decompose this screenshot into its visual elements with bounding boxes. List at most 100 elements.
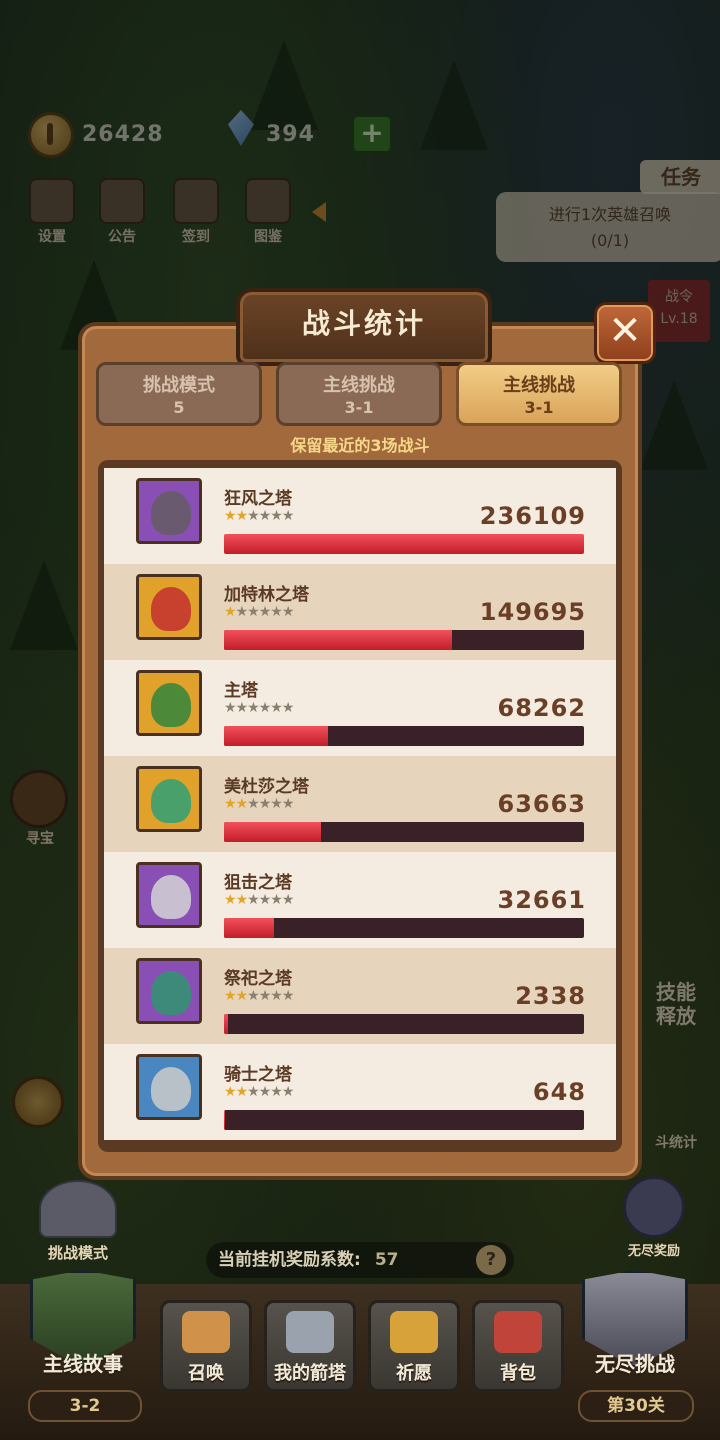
star-icon: ★ — [281, 1084, 295, 1100]
star-icon: ★ — [281, 508, 295, 524]
star-icon: ★ — [270, 796, 283, 812]
star-icon: ★ — [247, 796, 260, 812]
tower-damage-rows: 狂风之塔 ★★★★★★ 236109 加特林之塔 ★★★★★★ 149695 主塔 ★★★★★… — [104, 468, 616, 1144]
endless-stage: 第30关 — [578, 1390, 694, 1422]
tower-row: 骑士之塔 ★★★★★★ 648 — [104, 1044, 616, 1140]
tower-star-rating: ★★★★★★ — [224, 1084, 295, 1100]
hero-face-icon — [151, 587, 191, 631]
nav-wish[interactable]: 祈愿 — [368, 1300, 460, 1392]
tower-name: 狙击之塔 — [224, 873, 292, 893]
damage-bar-fill — [224, 534, 584, 554]
hero-face-icon — [151, 971, 191, 1015]
help-icon[interactable]: ? — [476, 1245, 506, 1275]
tower-damage-value: 648 — [532, 1078, 586, 1106]
star-icon: ★ — [224, 508, 237, 524]
star-icon: ★ — [281, 604, 295, 620]
star-icon: ★ — [235, 1084, 249, 1100]
star-icon: ★ — [247, 1084, 260, 1100]
star-icon: ★ — [224, 700, 237, 716]
endless-reward-button[interactable]: 无尽奖励 — [616, 1176, 692, 1259]
nav-my-towers[interactable]: 我的箭塔 — [264, 1300, 356, 1392]
tower-damage-value: 63663 — [497, 790, 586, 818]
idle-reward-value: 57 — [374, 1250, 399, 1270]
tower-portrait — [136, 1054, 202, 1120]
tower-row: 狙击之塔 ★★★★★★ 32661 — [104, 852, 616, 948]
damage-bar — [224, 918, 584, 938]
hero-face-icon — [151, 683, 191, 727]
tab-sub-label: 3-1 — [344, 398, 374, 417]
nav-summon[interactable]: 召唤 — [160, 1300, 252, 1392]
star-icon: ★ — [270, 700, 283, 716]
star-icon: ★ — [270, 988, 283, 1004]
nav-endless-challenge[interactable]: 无尽挑战 — [576, 1270, 694, 1390]
endless-reward-label: 无尽奖励 — [627, 1244, 680, 1259]
idle-reward-indicator: 当前挂机奖励系数: 57 — [206, 1242, 514, 1278]
tower-name: 骑士之塔 — [224, 1065, 292, 1085]
tower-name: 加特林之塔 — [224, 585, 309, 605]
tower-portrait — [136, 766, 202, 832]
tower-row: 狂风之塔 ★★★★★★ 236109 — [104, 468, 616, 564]
star-icon: ★ — [235, 508, 249, 524]
nav-summon-label: 召唤 — [188, 1363, 224, 1384]
star-icon: ★ — [247, 988, 260, 1004]
tab-main-challenge-2[interactable]: 主线挑战 3-1 — [456, 362, 622, 426]
tab-label: 主线挑战 — [323, 375, 395, 396]
idle-reward-label: 当前挂机奖励系数: — [218, 1250, 361, 1270]
nav-backpack[interactable]: 背包 — [472, 1300, 564, 1392]
damage-bar-fill — [224, 822, 322, 842]
tower-star-rating: ★★★★★★ — [224, 796, 294, 812]
tower-row: 主塔 ★★★★★★ 68262 — [104, 660, 616, 756]
tower-name: 美杜莎之塔 — [224, 777, 309, 797]
star-icon: ★ — [270, 604, 283, 620]
star-icon: ★ — [247, 508, 260, 524]
damage-bar — [224, 534, 584, 554]
star-icon: ★ — [258, 796, 272, 812]
challenge-mode-button[interactable]: 挑战模式 — [30, 1180, 126, 1263]
star-icon: ★ — [270, 892, 283, 908]
star-icon: ★ — [235, 604, 249, 620]
scroll-icon — [182, 1311, 230, 1353]
damage-bar-fill — [224, 1110, 226, 1130]
star-icon: ★ — [224, 892, 237, 908]
star-icon: ★ — [258, 988, 272, 1004]
tower-star-rating: ★★★★★★ — [224, 700, 295, 716]
star-icon: ★ — [258, 892, 272, 908]
hero-face-icon — [151, 491, 191, 535]
star-icon: ★ — [281, 892, 295, 908]
tower-star-rating: ★★★★★★ — [224, 988, 294, 1004]
tower-star-rating: ★★★★★★ — [224, 508, 295, 524]
tower-damage-list[interactable]: 狂风之塔 ★★★★★★ 236109 加特林之塔 ★★★★★★ 149695 主塔 ★★★★★… — [98, 460, 622, 1152]
nav-main-story[interactable]: 主线故事 — [24, 1270, 142, 1390]
tower-row: 加特林之塔 ★★★★★★ 149695 — [104, 564, 616, 660]
star-icon: ★ — [235, 700, 249, 716]
tower-row: 祭祀之塔 ★★★★★★ 2338 — [104, 948, 616, 1044]
star-icon: ★ — [258, 508, 272, 524]
nav-main-story-label: 主线故事 — [43, 1352, 123, 1376]
star-icon: ★ — [247, 604, 260, 620]
hero-face-icon — [151, 1067, 191, 1111]
chest-icon — [623, 1176, 685, 1238]
tab-label: 挑战模式 — [143, 375, 215, 396]
tab-main-challenge-1[interactable]: 主线挑战 3-1 — [276, 362, 442, 426]
tab-sub-label: 5 — [173, 398, 185, 417]
challenge-mode-label: 挑战模式 — [47, 1244, 108, 1262]
star-icon: ★ — [224, 1084, 237, 1100]
tab-sub-label: 3-1 — [524, 398, 554, 417]
tower-name: 狂风之塔 — [224, 489, 292, 509]
damage-bar-fill — [224, 918, 274, 938]
dialog-title: 战斗统计 — [236, 288, 492, 366]
damage-bar — [224, 1110, 584, 1130]
star-icon: ★ — [224, 604, 237, 620]
nav-wish-label: 祈愿 — [396, 1363, 432, 1384]
star-icon: ★ — [247, 700, 260, 716]
close-button[interactable]: ✕ — [594, 302, 656, 364]
star-icon: ★ — [270, 508, 283, 524]
retention-note: 保留最近的3场战斗 — [290, 436, 430, 455]
damage-bar-fill — [224, 726, 329, 746]
tower-name: 主塔 — [224, 681, 258, 701]
star-icon: ★ — [281, 700, 295, 716]
star-icon: ★ — [258, 700, 272, 716]
wolf-boss-icon — [39, 1180, 117, 1238]
nav-backpack-label: 背包 — [500, 1363, 536, 1384]
tab-challenge-mode[interactable]: 挑战模式 5 — [96, 362, 262, 426]
